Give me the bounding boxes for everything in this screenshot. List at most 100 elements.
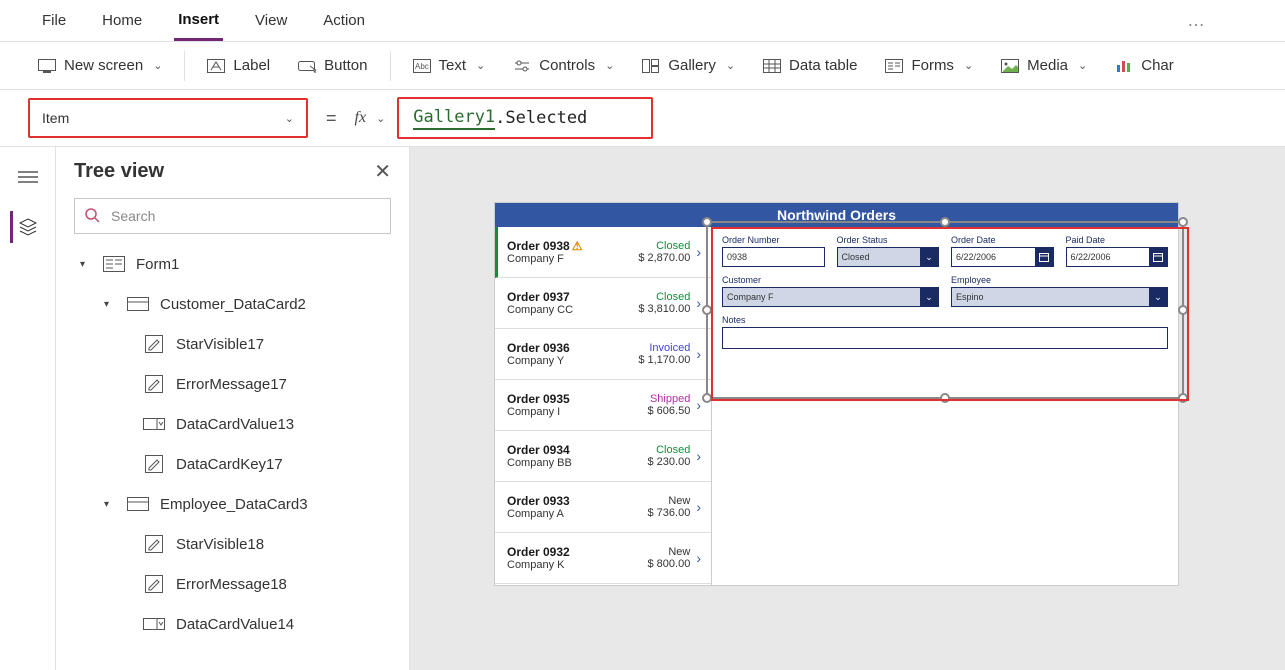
label-order-date: Order Date bbox=[951, 235, 1054, 245]
caret-icon bbox=[104, 299, 116, 310]
menu-file[interactable]: File bbox=[38, 2, 70, 39]
pencil-icon bbox=[142, 375, 166, 393]
app-artboard: Northwind Orders Order 0938⚠Company FClo… bbox=[495, 203, 1178, 585]
gallery-item[interactable]: Order 0938⚠Company FClosed$ 2,870.00› bbox=[495, 227, 711, 278]
gallery-list[interactable]: Order 0938⚠Company FClosed$ 2,870.00›Ord… bbox=[495, 227, 712, 585]
value-order-number: 0938 bbox=[727, 252, 747, 262]
label-order-status: Order Status bbox=[837, 235, 940, 245]
datacard-icon bbox=[126, 495, 150, 513]
order-amount: $ 230.00 bbox=[626, 456, 690, 468]
tree-node-form1[interactable]: Form1 bbox=[66, 244, 399, 284]
resize-handle[interactable] bbox=[1178, 217, 1188, 227]
panel-title: Tree view bbox=[74, 160, 164, 183]
chevron-right-icon: › bbox=[690, 244, 701, 260]
formula-input[interactable]: Gallery1.Selected bbox=[397, 97, 653, 139]
order-status: Invoiced bbox=[626, 342, 690, 354]
company-name: Company K bbox=[507, 559, 626, 571]
search-input[interactable]: Search bbox=[74, 198, 391, 234]
order-id: Order 0938⚠ bbox=[507, 239, 626, 253]
close-icon[interactable]: ✕ bbox=[374, 159, 391, 184]
dropdown-icon bbox=[142, 615, 166, 633]
dropdown-employee[interactable]: Espino⌄ bbox=[951, 287, 1168, 307]
gallery-item[interactable]: Order 0935Company IShipped$ 606.50› bbox=[495, 380, 711, 431]
controls-icon bbox=[513, 57, 531, 75]
fx-button[interactable]: fx ⌄ bbox=[355, 109, 386, 127]
screen-icon bbox=[38, 57, 56, 75]
tree-node-starvisible17[interactable]: StarVisible17 bbox=[66, 324, 399, 364]
forms-dropdown[interactable]: Forms ⌄ bbox=[875, 53, 983, 79]
order-id: Order 0934 bbox=[507, 443, 626, 457]
equals-icon: = bbox=[320, 108, 343, 129]
datepicker-paid-date[interactable]: 6/22/2006 bbox=[1066, 247, 1169, 267]
controls-dropdown[interactable]: Controls ⌄ bbox=[503, 53, 624, 79]
app-title: Northwind Orders bbox=[495, 203, 1178, 227]
gallery-dropdown[interactable]: Gallery ⌄ bbox=[632, 53, 745, 79]
media-label: Media bbox=[1027, 57, 1068, 74]
tree-view-rail-button[interactable] bbox=[12, 161, 44, 193]
gallery-item[interactable]: Order 0932Company KNew$ 800.00› bbox=[495, 533, 711, 584]
resize-handle[interactable] bbox=[1178, 393, 1188, 403]
menu-home[interactable]: Home bbox=[98, 2, 146, 39]
tree-node-datacardvalue14[interactable]: DataCardValue14 bbox=[66, 604, 399, 644]
divider bbox=[184, 51, 185, 81]
tree-label: DataCardValue13 bbox=[176, 416, 294, 433]
chart-dropdown[interactable]: Char bbox=[1105, 53, 1184, 79]
resize-handle[interactable] bbox=[940, 393, 950, 403]
property-selector[interactable]: Item ⌄ bbox=[28, 98, 308, 138]
value-order-date: 6/22/2006 bbox=[956, 252, 996, 262]
tree-node-errormessage18[interactable]: ErrorMessage18 bbox=[66, 564, 399, 604]
menu-action[interactable]: Action bbox=[319, 2, 369, 39]
formula-token-selected: .Selected bbox=[495, 108, 587, 128]
table-icon bbox=[763, 57, 781, 75]
media-dropdown[interactable]: Media ⌄ bbox=[991, 53, 1097, 79]
tree-node-employee-datacard[interactable]: Employee_DataCard3 bbox=[66, 484, 399, 524]
label-button[interactable]: Label bbox=[197, 53, 280, 79]
data-table-label: Data table bbox=[789, 57, 857, 74]
pencil-icon bbox=[142, 455, 166, 473]
value-customer: Company F bbox=[727, 292, 774, 302]
tree-label: Form1 bbox=[136, 256, 179, 273]
input-notes[interactable] bbox=[722, 327, 1168, 349]
gallery-item[interactable]: Order 0934Company BBClosed$ 230.00› bbox=[495, 431, 711, 482]
gallery-item[interactable]: Order 0937Company CCClosed$ 3,810.00› bbox=[495, 278, 711, 329]
property-value: Item bbox=[42, 110, 69, 126]
company-name: Company Y bbox=[507, 355, 626, 367]
button-button[interactable]: Button bbox=[288, 53, 377, 79]
text-dropdown[interactable]: Abc Text ⌄ bbox=[403, 53, 496, 79]
dropdown-customer[interactable]: Company F⌄ bbox=[722, 287, 939, 307]
new-screen-button[interactable]: New screen ⌄ bbox=[28, 53, 172, 79]
order-status: New bbox=[626, 546, 690, 558]
chevron-right-icon: › bbox=[690, 499, 701, 515]
tree-node-datacardkey17[interactable]: DataCardKey17 bbox=[66, 444, 399, 484]
dropdown-order-status[interactable]: Closed⌄ bbox=[837, 247, 940, 267]
company-name: Company I bbox=[507, 406, 626, 418]
forms-label: Forms bbox=[911, 57, 954, 74]
tree-node-starvisible18[interactable]: StarVisible18 bbox=[66, 524, 399, 564]
order-amount: $ 3,810.00 bbox=[626, 303, 690, 315]
datepicker-order-date[interactable]: 6/22/2006 bbox=[951, 247, 1054, 267]
controls-label: Controls bbox=[539, 57, 595, 74]
formula-bar: Item ⌄ = fx ⌄ Gallery1.Selected bbox=[0, 90, 1285, 146]
tree-label: Customer_DataCard2 bbox=[160, 296, 306, 313]
gallery-item[interactable]: Order 0936Company YInvoiced$ 1,170.00› bbox=[495, 329, 711, 380]
input-order-number[interactable]: 0938 bbox=[722, 247, 825, 267]
button-label: Button bbox=[324, 57, 367, 74]
tree-node-datacardvalue13[interactable]: DataCardValue13 bbox=[66, 404, 399, 444]
layers-icon bbox=[18, 218, 38, 236]
button-icon bbox=[298, 57, 316, 75]
tree-node-errormessage17[interactable]: ErrorMessage17 bbox=[66, 364, 399, 404]
chevron-down-icon: ⌄ bbox=[476, 59, 485, 72]
resize-handle[interactable] bbox=[1178, 305, 1188, 315]
layers-rail-button[interactable] bbox=[10, 211, 42, 243]
canvas-area[interactable]: Northwind Orders Order 0938⚠Company FClo… bbox=[410, 147, 1285, 670]
tree-node-customer-datacard[interactable]: Customer_DataCard2 bbox=[66, 284, 399, 324]
gallery-item[interactable]: Order 0933Company ANew$ 736.00› bbox=[495, 482, 711, 533]
menu-insert[interactable]: Insert bbox=[174, 1, 223, 41]
data-table-button[interactable]: Data table bbox=[753, 53, 867, 79]
overflow-menu[interactable]: … bbox=[1187, 10, 1247, 31]
menu-view[interactable]: View bbox=[251, 2, 291, 39]
tree-label: Employee_DataCard3 bbox=[160, 496, 308, 513]
svg-text:Abc: Abc bbox=[415, 62, 429, 71]
order-id: Order 0935 bbox=[507, 392, 626, 406]
tree-label: ErrorMessage18 bbox=[176, 576, 287, 593]
